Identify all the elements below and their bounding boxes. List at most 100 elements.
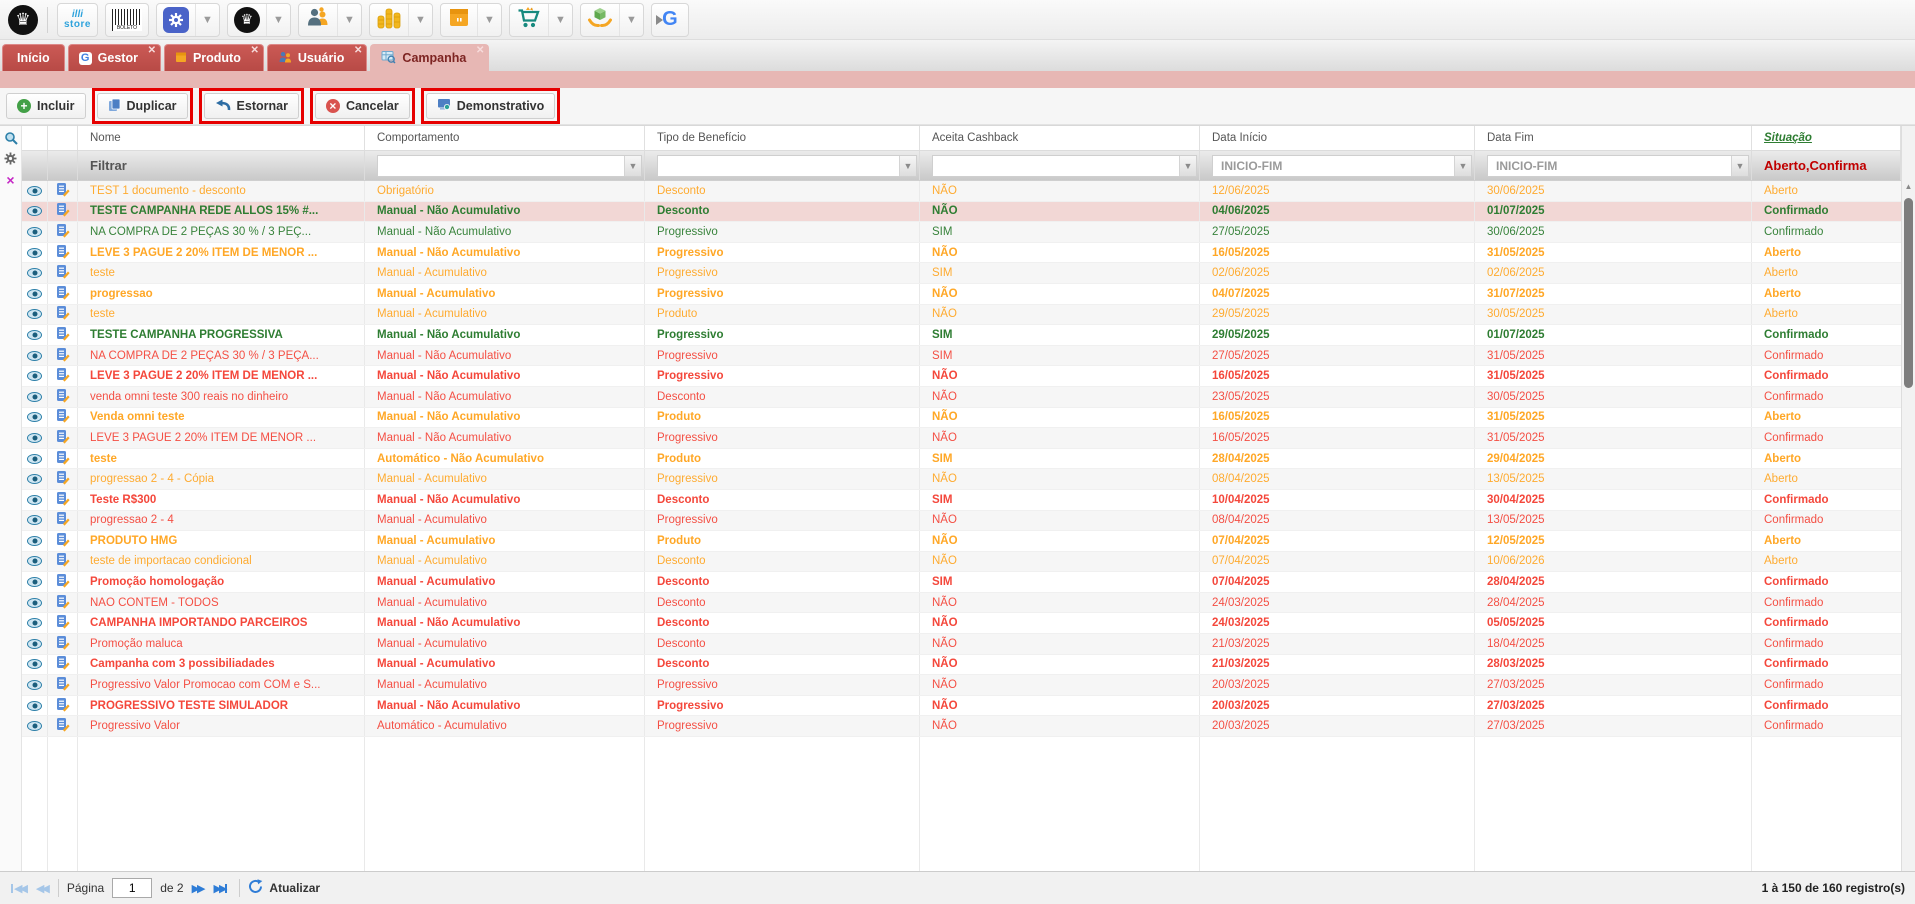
- sales-dropdown-arrow[interactable]: ▼: [548, 4, 572, 36]
- settings-dropdown-arrow[interactable]: ▼: [195, 4, 219, 36]
- chevron-down-icon[interactable]: ▼: [1454, 156, 1471, 176]
- tab-produto[interactable]: Produto ✕: [164, 44, 264, 71]
- column-header-aceita-cashback[interactable]: Aceita Cashback: [920, 126, 1200, 150]
- previous-page-button[interactable]: ◀◀: [36, 882, 50, 895]
- table-row[interactable]: Progressivo Valor Automático - Acumulati…: [22, 716, 1901, 737]
- eye-icon[interactable]: [27, 639, 42, 649]
- table-row[interactable]: TESTE CAMPANHA PROGRESSIVA Manual - Não …: [22, 325, 1901, 346]
- table-row[interactable]: [22, 737, 1901, 871]
- notes-icon[interactable]: [56, 367, 70, 385]
- product-dropdown-arrow[interactable]: ▼: [477, 4, 501, 36]
- chevron-down-icon[interactable]: ▼: [1731, 156, 1748, 176]
- data-inicio-filter-field[interactable]: INICIO-FIM ▼: [1212, 155, 1472, 177]
- illi-store-button[interactable]: illi store: [57, 3, 98, 37]
- eye-icon[interactable]: [27, 248, 42, 258]
- table-row[interactable]: Promoção maluca Manual - Acumulativo Des…: [22, 634, 1901, 655]
- scroll-up-icon[interactable]: ▲: [1902, 182, 1915, 191]
- chevron-down-icon[interactable]: ▼: [624, 156, 641, 176]
- tab-gestor[interactable]: G Gestor ✕: [68, 44, 161, 71]
- table-row[interactable]: NA COMPRA DE 2 PEÇAS 30 % / 3 PEÇA... Ma…: [22, 346, 1901, 367]
- vertical-scrollbar[interactable]: ▲: [1901, 126, 1915, 871]
- table-row[interactable]: LEVE 3 PAGUE 2 20% ITEM DE MENOR ... Man…: [22, 428, 1901, 449]
- demonstrativo-button[interactable]: Demonstrativo: [426, 93, 556, 119]
- data-fim-filter-field[interactable]: INICIO-FIM ▼: [1487, 155, 1749, 177]
- table-row[interactable]: Teste R$300 Manual - Não Acumulativo Des…: [22, 490, 1901, 511]
- product-button[interactable]: [441, 4, 477, 36]
- table-row[interactable]: NAO CONTEM - TODOS Manual - Acumulativo …: [22, 593, 1901, 614]
- eye-icon[interactable]: [27, 474, 42, 484]
- eye-icon[interactable]: [27, 454, 42, 464]
- notes-icon[interactable]: [56, 244, 70, 262]
- eye-icon[interactable]: [27, 351, 42, 361]
- notes-icon[interactable]: [56, 408, 70, 426]
- sales-button[interactable]: [510, 4, 548, 36]
- eye-icon[interactable]: [27, 659, 42, 669]
- settings-button[interactable]: [157, 4, 195, 36]
- table-row[interactable]: TEST 1 documento - desconto Obrigatório …: [22, 181, 1901, 202]
- tab-inicio[interactable]: Início: [2, 44, 65, 71]
- close-tab-icon[interactable]: ✕: [250, 46, 258, 56]
- close-tab-icon[interactable]: ✕: [354, 46, 362, 56]
- first-page-button[interactable]: ◀◀: [10, 882, 28, 895]
- atualizar-button[interactable]: Atualizar: [248, 879, 320, 897]
- table-row[interactable]: PRODUTO HMG Manual - Acumulativo Produto…: [22, 531, 1901, 552]
- finance-dropdown-arrow[interactable]: ▼: [408, 4, 432, 36]
- eye-icon[interactable]: [27, 556, 42, 566]
- notes-icon[interactable]: [56, 202, 70, 220]
- eye-icon[interactable]: [27, 206, 42, 216]
- column-header-nome[interactable]: Nome: [78, 126, 365, 150]
- notes-icon[interactable]: [56, 429, 70, 447]
- table-row[interactable]: teste Manual - Acumulativo Progressivo S…: [22, 263, 1901, 284]
- table-row[interactable]: Progressivo Valor Promocao com COM e S..…: [22, 675, 1901, 696]
- table-row[interactable]: progressao 2 - 4 - Cópia Manual - Acumul…: [22, 469, 1901, 490]
- eye-icon[interactable]: [27, 227, 42, 237]
- sync-button[interactable]: G: [651, 3, 689, 37]
- notes-icon[interactable]: [56, 264, 70, 282]
- notes-icon[interactable]: [56, 223, 70, 241]
- situacao-filter-value[interactable]: Aberto,Confirma: [1752, 151, 1901, 180]
- clear-filter-icon[interactable]: ×: [3, 172, 18, 187]
- notes-icon[interactable]: [56, 635, 70, 653]
- column-header-tipo-beneficio[interactable]: Tipo de Benefício: [645, 126, 920, 150]
- eye-icon[interactable]: [27, 577, 42, 587]
- last-page-button[interactable]: ▶▶: [214, 882, 232, 895]
- eye-icon[interactable]: [27, 495, 42, 505]
- eye-icon[interactable]: [27, 515, 42, 525]
- next-page-button[interactable]: ▶▶: [192, 882, 206, 895]
- table-row[interactable]: TESTE CAMPANHA REDE ALLOS 15% #... Manua…: [22, 202, 1901, 223]
- notes-icon[interactable]: [56, 552, 70, 570]
- notes-icon[interactable]: [56, 388, 70, 406]
- eye-icon[interactable]: [27, 433, 42, 443]
- table-row[interactable]: CAMPANHA IMPORTANDO PARCEIROS Manual - N…: [22, 613, 1901, 634]
- eye-icon[interactable]: [27, 371, 42, 381]
- notes-icon[interactable]: [56, 655, 70, 673]
- tipo-beneficio-filter-field[interactable]: ▼: [657, 155, 917, 177]
- eye-icon[interactable]: [27, 680, 42, 690]
- duplicar-button[interactable]: Duplicar: [97, 93, 188, 119]
- table-row[interactable]: progressao Manual - Acumulativo Progress…: [22, 284, 1901, 305]
- incluir-button[interactable]: + Incluir: [6, 93, 86, 119]
- eye-icon[interactable]: [27, 598, 42, 608]
- eye-icon[interactable]: [27, 330, 42, 340]
- column-header-data-fim[interactable]: Data Fim: [1475, 126, 1752, 150]
- table-row[interactable]: PROGRESSIVO TESTE SIMULADOR Manual - Não…: [22, 696, 1901, 717]
- eye-icon[interactable]: [27, 412, 42, 422]
- eye-icon[interactable]: [27, 268, 42, 278]
- delivery-dropdown-arrow[interactable]: ▼: [619, 4, 643, 36]
- notes-icon[interactable]: [56, 305, 70, 323]
- table-row[interactable]: LEVE 3 PAGUE 2 20% ITEM DE MENOR ... Man…: [22, 366, 1901, 387]
- table-row[interactable]: teste Manual - Acumulativo Produto NÃO 2…: [22, 305, 1901, 326]
- notes-icon[interactable]: [56, 491, 70, 509]
- delivery-button[interactable]: [581, 4, 619, 36]
- notes-icon[interactable]: [56, 285, 70, 303]
- eye-icon[interactable]: [27, 289, 42, 299]
- eye-icon[interactable]: [27, 701, 42, 711]
- users-button[interactable]: [299, 4, 337, 36]
- notes-icon[interactable]: [56, 347, 70, 365]
- table-row[interactable]: progressao 2 - 4 Manual - Acumulativo Pr…: [22, 511, 1901, 532]
- users-dropdown-arrow[interactable]: ▼: [337, 4, 361, 36]
- table-row[interactable]: Promoção homologação Manual - Acumulativ…: [22, 572, 1901, 593]
- notes-icon[interactable]: [56, 594, 70, 612]
- scrollbar-thumb[interactable]: [1904, 198, 1913, 388]
- close-tab-icon[interactable]: ✕: [476, 46, 484, 56]
